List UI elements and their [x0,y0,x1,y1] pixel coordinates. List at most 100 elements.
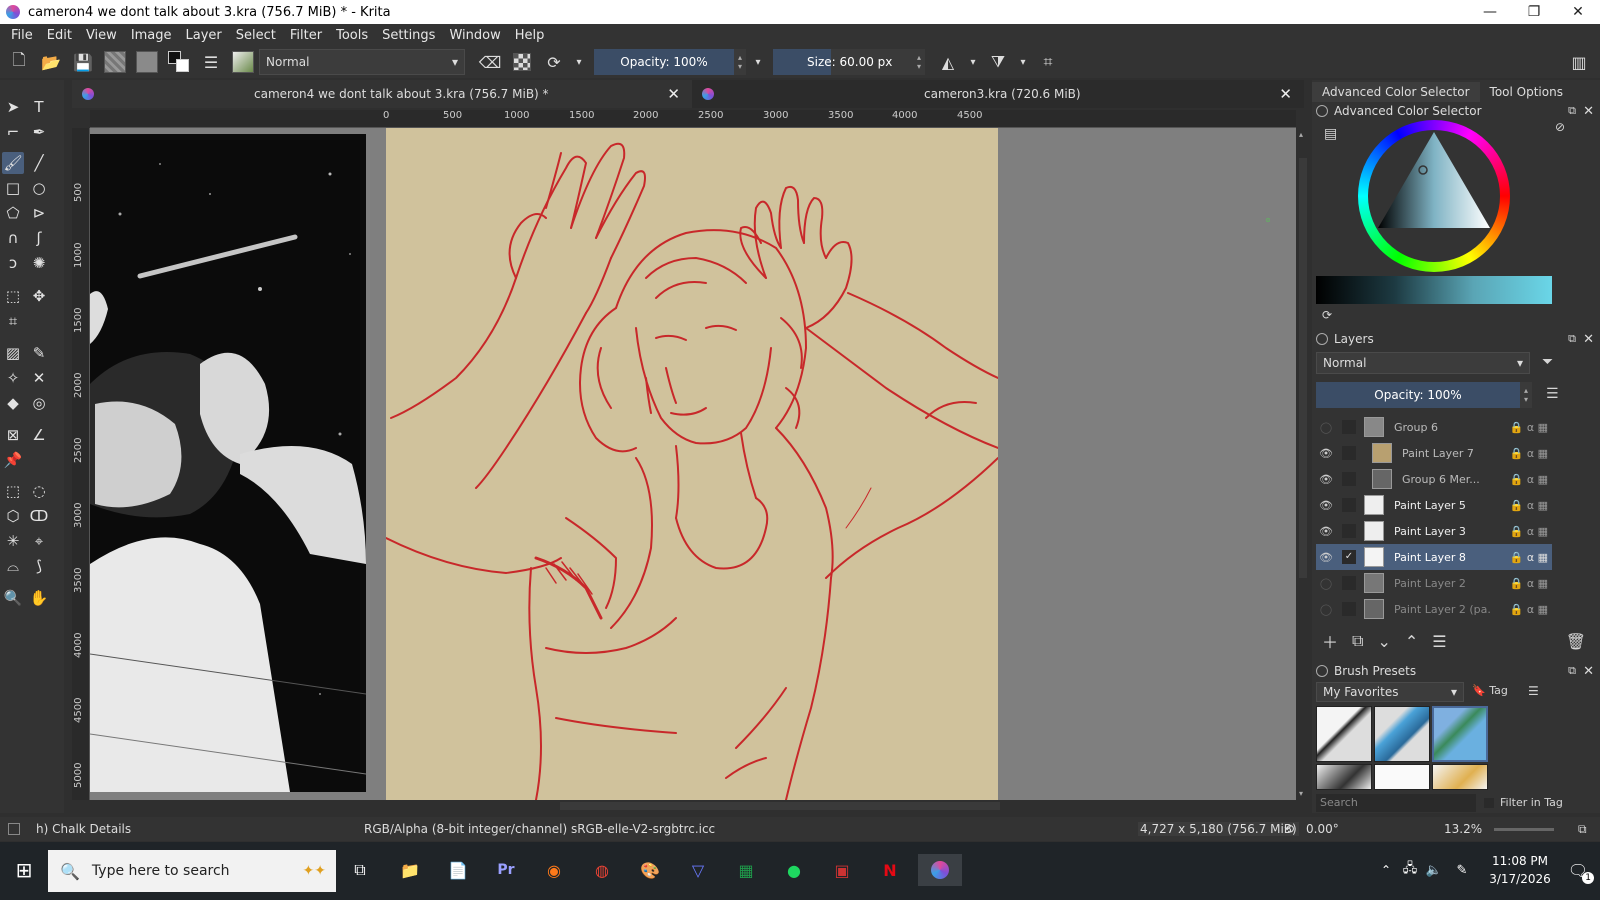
pen-icon[interactable]: ✎ [1446,854,1478,886]
assistant-tool-icon[interactable]: ⊠ [2,424,24,446]
zoom-tool-icon[interactable]: 🔍 [2,587,24,609]
pattern-preset-icon[interactable] [134,49,160,75]
freehand-brush-tool-icon[interactable]: 🖌 [2,152,24,174]
opacity-chevron-icon[interactable]: ▾ [752,49,764,75]
mirror-vertical-chevron-icon[interactable]: ▾ [1017,49,1029,75]
visibility-off-icon[interactable]: ◯ [1318,603,1334,616]
layer-opacity-slider[interactable]: Opacity: 100% [1316,382,1520,408]
layer-properties-icon[interactable]: ☰ [1432,632,1446,651]
hue-ring[interactable] [1358,120,1510,272]
brush-preset-thumb[interactable] [1374,764,1430,790]
layer-row[interactable]: ◯ Paint Layer 2 🔒 α ▦ [1316,570,1552,596]
save-icon[interactable]: 💾 [70,49,96,75]
visibility-off-icon[interactable]: ◯ [1318,421,1334,434]
paint-icon[interactable]: 🎨 [634,854,666,886]
edit-shapes-tool-icon[interactable]: ⌐ [2,121,24,143]
menu-view[interactable]: View [79,28,124,43]
minimize-button[interactable]: — [1468,0,1512,24]
layer-row[interactable]: 👁 Paint Layer 3 🔒 α ▦ [1316,518,1552,544]
restore-button[interactable]: ❐ [1512,0,1556,24]
mirror-horizontal-icon[interactable]: ◭ [935,49,961,75]
size-slider[interactable]: Size: 60.00 px [773,49,913,75]
vpn-icon[interactable]: ▽ [682,854,714,886]
scroll-up-icon[interactable]: ▴ [1299,130,1303,139]
preset-view-icon[interactable]: ☰ [1528,684,1539,698]
contiguous-selection-tool-icon[interactable]: ✳ [2,530,24,552]
preserve-alpha-icon[interactable] [509,49,535,75]
color-selector-settings-icon[interactable]: ▤ [1324,126,1337,142]
opacity-slider[interactable]: Opacity: 100% [594,49,734,75]
polygon-tool-icon[interactable]: ⬠ [2,202,24,224]
menu-file[interactable]: File [4,28,40,43]
close-window-button[interactable]: ✕ [1556,0,1600,24]
bezier-selection-tool-icon[interactable]: ⌓ [2,555,24,577]
mirror-vertical-icon[interactable]: ⧩ [985,49,1011,75]
image-dimensions[interactable]: 4,727 x 5,180 (756.7 MiB) [1138,822,1299,836]
enclose-fill-tool-icon[interactable]: ◎ [28,392,50,414]
layer-checkbox[interactable] [1342,498,1356,512]
eye-icon[interactable]: 👁 [1318,473,1334,486]
magnetic-selection-tool-icon[interactable]: ⟆ [28,555,50,577]
dock-lock-icon[interactable] [1316,333,1328,345]
size-spinner[interactable]: ▴ ▾ [913,49,925,75]
calligraphy-tool-icon[interactable]: ✒ [28,121,50,143]
text-tool-icon[interactable]: T [28,96,50,118]
canvas-only-icon[interactable]: ⧉ [1578,822,1587,837]
smart-patch-tool-icon[interactable]: ✕ [28,367,50,389]
menu-layer[interactable]: Layer [179,28,229,43]
crop-tool-icon[interactable]: ⌗ [2,310,24,332]
file-explorer-icon[interactable]: 📁 [394,854,426,886]
freehand-selection-tool-icon[interactable]: ↀ [28,505,50,527]
close-docker-icon[interactable]: ✕ [1583,104,1594,119]
horizontal-scrollbar[interactable] [90,800,1296,812]
excel-icon[interactable]: ▦ [730,854,762,886]
float-docker-icon[interactable]: ⧉ [1568,104,1576,118]
gradient-tool-icon[interactable]: ▨ [2,342,24,364]
layer-row[interactable]: 👁 Group 6 Mer... 🔒 α ▦ [1316,466,1552,492]
add-layer-icon[interactable]: ＋ [1322,629,1338,653]
brush-preset-thumb[interactable] [1374,706,1430,762]
rectangular-selection-tool-icon[interactable]: ⬚ [2,480,24,502]
menu-help[interactable]: Help [508,28,552,43]
brush-settings-icon[interactable]: ☰ [198,49,224,75]
duplicate-layer-icon[interactable]: ⧉ [1352,631,1363,651]
layer-opacity-spinner[interactable]: ▴ ▾ [1520,382,1532,408]
similar-color-selection-tool-icon[interactable]: ⌖ [28,530,50,552]
premiere-pro-icon[interactable]: Pr [490,854,522,886]
foreground-background-color-icon[interactable] [166,49,192,75]
move-tool-icon[interactable]: ✥ [28,285,50,307]
layer-properties[interactable]: 🔒 α ▦ [1510,447,1548,460]
eye-icon[interactable]: 👁 [1318,447,1334,460]
move-layer-down-icon[interactable]: ⌄ [1377,632,1390,651]
refresh-color-icon[interactable]: ⟳ [1322,308,1332,322]
layer-properties[interactable]: 🔒 α ▦ [1510,421,1548,434]
layer-blend-mode-select[interactable]: Normal ▾ [1316,352,1530,374]
taskbar-clock[interactable]: 11:08 PM 3/17/2026 [1480,852,1560,888]
filter-in-tag-checkbox[interactable]: Filter in Tag [1484,796,1563,809]
close-docker-icon[interactable]: ✕ [1583,664,1594,679]
tab-cameron3[interactable]: cameron3.kra (720.6 MiB) ✕ [692,80,1304,108]
polygonal-selection-tool-icon[interactable]: ⬡ [2,505,24,527]
layer-checkbox[interactable] [1342,576,1356,590]
no-color-icon[interactable]: ⊘ [1555,120,1565,134]
close-tab-icon[interactable]: ✕ [1279,85,1292,103]
delete-layer-icon[interactable]: 🗑 [1566,632,1586,651]
move-layer-up-icon[interactable]: ⌃ [1405,632,1418,651]
vertical-scrollbar[interactable]: ▴ ▾ [1296,128,1310,800]
brush-preset-icon[interactable] [230,49,256,75]
app-orange-icon[interactable]: ◉ [538,854,570,886]
layer-properties[interactable]: 🔒 α ▦ [1510,525,1548,538]
layer-row-selected[interactable]: 👁 ✓ Paint Layer 8 🔒 α ▦ [1316,544,1552,570]
eye-icon[interactable]: 👁 [1318,499,1334,512]
fill-tool-icon[interactable]: ◆ [2,392,24,414]
start-button-icon[interactable]: ⊞ [8,854,40,886]
horizontal-scroll-thumb[interactable] [560,802,1000,810]
layer-row[interactable]: ◯ Paint Layer 2 (pa... 🔒 α ▦ [1316,596,1552,622]
zoom-slider[interactable] [1494,828,1554,831]
gradient-preset-icon[interactable] [102,49,128,75]
eye-icon[interactable]: 👁 [1318,551,1334,564]
layer-row[interactable]: 👁 Paint Layer 7 🔒 α ▦ [1316,440,1552,466]
elliptical-selection-tool-icon[interactable]: ◌ [28,480,50,502]
multibrush-tool-icon[interactable]: ✺ [28,252,50,274]
menu-window[interactable]: Window [442,28,507,43]
